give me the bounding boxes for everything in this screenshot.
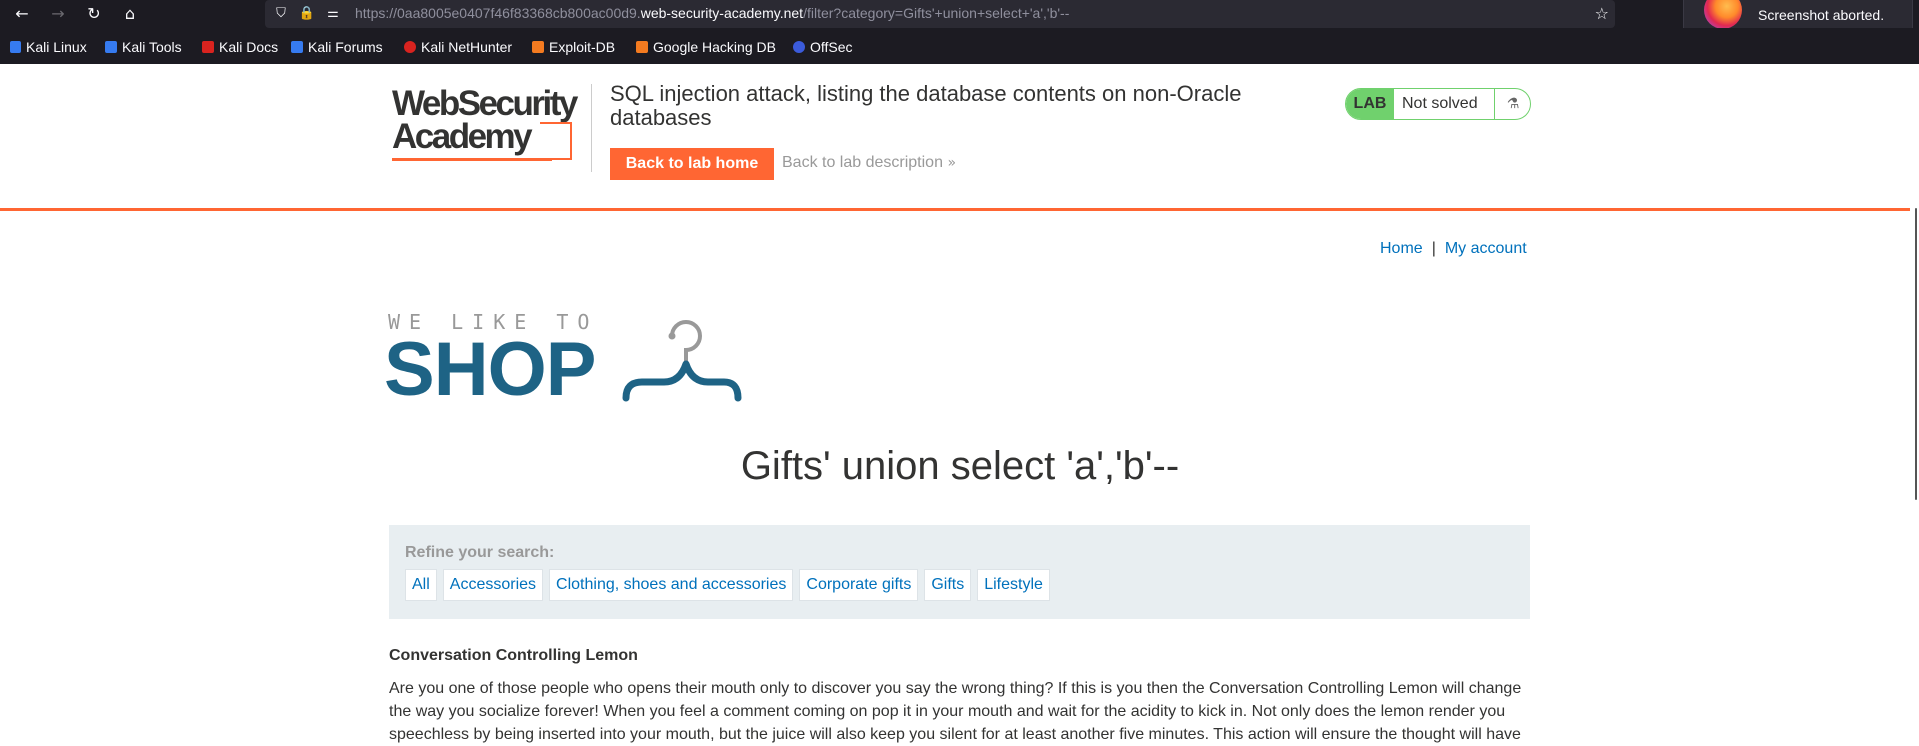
offsec-icon [793,41,805,53]
kali-nethunter-icon [404,41,416,53]
reload-icon[interactable]: ↻ [82,2,106,26]
double-chevron-right-icon: » [947,155,957,171]
browser-toolbar: ← → ↻ ⌂ ⛉ 🔒 ⚌ https://0aa8005e0407f46f83… [0,0,1919,41]
scrollbar-thumb[interactable] [1915,208,1917,500]
bookmark-star-icon[interactable]: ☆ [1595,4,1609,24]
home-icon[interactable]: ⌂ [118,2,142,26]
account-nav: Home | My account [1380,240,1527,258]
permissions-icon[interactable]: ⚌ [323,4,343,24]
bookmark-kali-nethunter[interactable]: Kali NetHunter [404,39,512,57]
logo-line-2: Academy [392,117,533,156]
category-all[interactable]: All [405,569,437,601]
exploit-db-icon [532,41,544,53]
my-account-link[interactable]: My account [1445,240,1527,257]
bookmark-label: Kali Docs [219,39,279,55]
lab-status-text: Not solved [1402,95,1478,112]
bookmark-label: Exploit-DB [549,39,616,55]
search-results-title: Gifts' union select 'a','b'-- [740,444,1180,488]
bookmark-kali-docs[interactable]: Kali Docs [202,39,278,57]
home-link[interactable]: Home [1380,240,1423,257]
bookmark-label: OffSec [810,39,853,55]
url-path: /filter?category=Gifts'+union+select+'a'… [803,5,1070,21]
nav-separator: | [1431,240,1436,257]
bookmark-label: Kali Tools [122,39,182,55]
google-hacking-db-icon [636,41,648,53]
forward-arrow-icon: → [51,4,65,23]
category-lifestyle[interactable]: Lifestyle [977,569,1050,601]
web-security-academy-logo[interactable]: WebSecurity Academy [390,84,590,164]
bookmark-label: Kali Forums [308,39,383,55]
lightning-bolt-icon [540,122,572,160]
lock-icon[interactable]: 🔒 [297,4,317,24]
bookmark-exploit-db[interactable]: Exploit-DB [532,39,615,57]
flask-icon: ⚗ [1494,89,1530,119]
bookmark-google-hacking-db[interactable]: Google Hacking DB [636,39,776,57]
shop-logo-word: SHOP [384,327,596,412]
shop-logo: WE LIKE TO SHOP [384,306,748,410]
bookmark-offsec[interactable]: OffSec [793,39,853,57]
lab-status-badge: LAB Not solved ⚗ [1345,88,1531,120]
bookmark-label: Google Hacking DB [653,39,776,55]
url-prefix: https://0aa8005e0407f46f83368cb800ac00d9… [355,5,641,21]
back-description-label: Back to lab description [782,154,943,171]
back-to-lab-description-link[interactable]: Back to lab description » [782,154,956,172]
category-filter: Refine your search: All Accessories Clothi… [389,525,1530,619]
bookmarks-toolbar: Kali Linux Kali Tools Kali Docs Kali For… [0,28,1919,65]
bookmark-kali-tools[interactable]: Kali Tools [105,39,182,57]
lab-badge-label: LAB [1346,89,1394,119]
refine-search-label: Refine your search: [405,544,555,561]
kali-tools-icon [105,41,117,53]
lab-header: WebSecurity Academy SQL injection attack… [0,64,1919,211]
category-gifts[interactable]: Gifts [924,569,972,601]
url-text[interactable]: https://0aa8005e0407f46f83368cb800ac00d9… [355,5,1069,21]
bookmark-kali-forums[interactable]: Kali Forums [291,39,383,57]
kali-forums-icon [291,41,303,53]
kali-dragon-icon [10,41,21,53]
shield-icon[interactable]: ⛉ [271,4,291,24]
url-domain: web-security-academy.net [640,5,804,21]
category-accessories[interactable]: Accessories [442,569,544,601]
logo-underline [392,158,552,161]
bookmark-kali-linux[interactable]: Kali Linux [10,39,87,57]
category-list: All Accessories Clothing, shoes and access… [405,569,1056,601]
kali-docs-icon [202,41,214,53]
notification-text: Screenshot aborted. [1758,7,1885,23]
bookmark-label: Kali Linux [26,39,87,55]
header-divider [591,84,592,172]
category-clothing[interactable]: Clothing, shoes and accessories [549,569,794,601]
product-name: Conversation Controlling Lemon [389,647,638,664]
back-to-lab-home-button[interactable]: Back to lab home [610,148,774,180]
back-arrow-icon[interactable]: ← [10,2,34,26]
address-bar[interactable]: ⛉ 🔒 ⚌ https://0aa8005e0407f46f83368cb800… [265,0,1615,28]
coat-hanger-icon [622,320,742,402]
firefox-logo-icon [1704,0,1742,29]
bookmark-label: Kali NetHunter [421,39,513,55]
category-corporate-gifts[interactable]: Corporate gifts [799,569,919,601]
lab-title: SQL injection attack, listing the databa… [610,81,1242,130]
